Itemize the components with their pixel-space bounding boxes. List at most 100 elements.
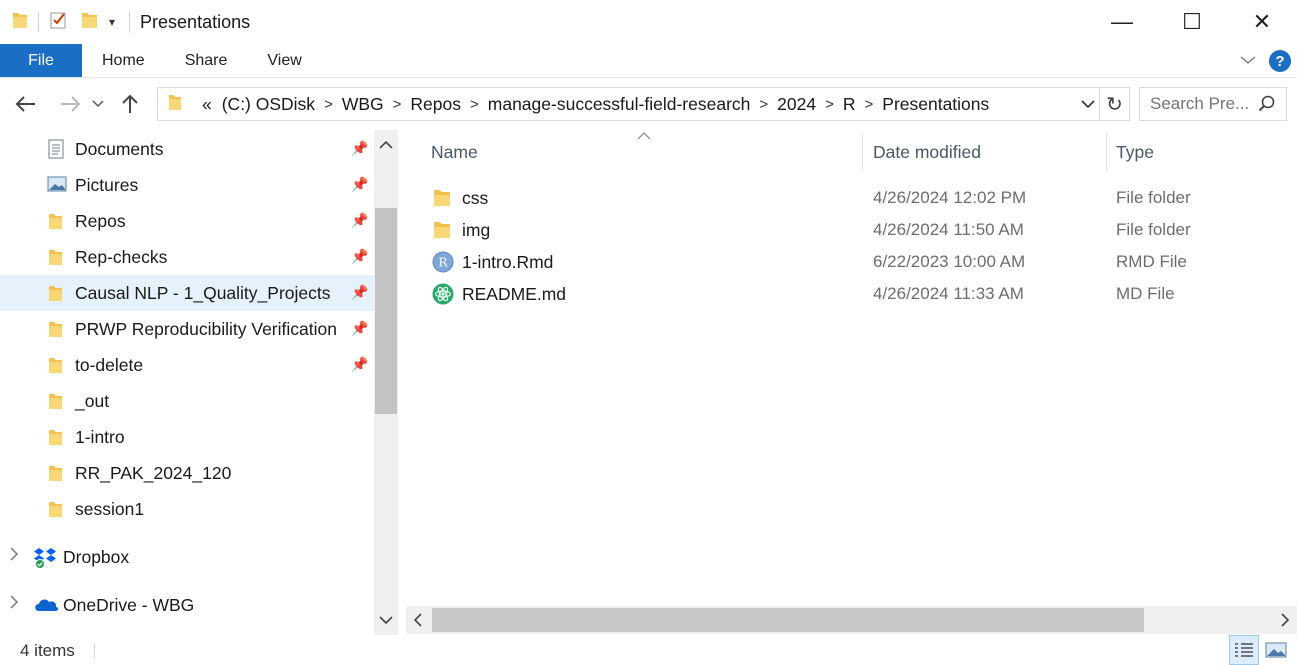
chevron-right-icon[interactable]: > — [825, 96, 834, 113]
breadcrumb-item[interactable]: R — [843, 94, 856, 115]
scroll-left-button[interactable] — [406, 606, 430, 634]
column-divider[interactable] — [1106, 132, 1107, 172]
breadcrumb-item[interactable]: WBG — [342, 94, 384, 115]
forward-button[interactable] — [52, 86, 88, 122]
breadcrumb-item[interactable]: Repos — [410, 94, 461, 115]
file-row[interactable]: css 4/26/2024 12:02 PM File folder — [402, 182, 1297, 214]
properties-icon[interactable] — [49, 10, 69, 35]
recent-locations-button[interactable] — [88, 86, 108, 122]
nav-item-label: session1 — [75, 498, 145, 519]
nav-item-label: PRWP Reproducibility Verification — [75, 318, 337, 339]
scroll-right-button[interactable] — [1273, 606, 1297, 634]
nav-item-folder[interactable]: _out — [0, 383, 374, 419]
nav-item-folder[interactable]: RR_PAK_2024_120 — [0, 455, 374, 491]
tab-file[interactable]: File — [0, 44, 82, 77]
refresh-button[interactable]: ↻ — [1100, 87, 1130, 121]
file-date: 4/26/2024 11:50 AM — [873, 220, 1024, 239]
details-view-icon — [1235, 643, 1253, 657]
nav-item-onedrive[interactable]: OneDrive - WBG — [0, 587, 374, 623]
tab-share[interactable]: Share — [165, 44, 248, 77]
close-button[interactable]: ✕ — [1227, 0, 1297, 44]
folder-icon — [432, 187, 452, 214]
scroll-thumb[interactable] — [432, 608, 1144, 632]
chevron-right-icon[interactable]: > — [393, 96, 402, 113]
breadcrumb-item[interactable]: 2024 — [777, 94, 816, 115]
pin-icon[interactable]: 📌 — [351, 248, 368, 265]
tab-view[interactable]: View — [247, 44, 321, 77]
breadcrumb-item[interactable]: manage-successful-field-research — [488, 94, 751, 115]
nav-item-folder[interactable]: Repos 📌 — [0, 203, 374, 239]
customize-dropdown-icon[interactable]: ▾ — [109, 15, 115, 29]
file-row[interactable]: R 1-intro.Rmd 6/22/2023 10:00 AM RMD Fil… — [402, 246, 1297, 278]
file-name: README.md — [462, 283, 567, 304]
up-button[interactable] — [112, 86, 148, 122]
chevron-right-icon — [1281, 613, 1290, 627]
nav-item-label: Rep-checks — [75, 246, 168, 267]
address-history-button[interactable] — [1081, 94, 1095, 117]
column-divider[interactable] — [862, 132, 863, 172]
scroll-down-button[interactable] — [374, 607, 398, 633]
chevron-down-icon — [1081, 100, 1095, 109]
folder-icon — [47, 211, 63, 236]
scroll-thumb[interactable] — [375, 208, 397, 414]
minimize-button[interactable]: — — [1087, 0, 1157, 44]
column-header-name[interactable]: Name — [431, 130, 478, 174]
maximize-button[interactable]: ☐ — [1157, 0, 1227, 44]
close-icon: ✕ — [1252, 9, 1272, 34]
pin-icon[interactable]: 📌 — [351, 320, 368, 337]
file-type: File folder — [1116, 188, 1191, 207]
breadcrumb-item[interactable]: (C:) OSDisk — [222, 94, 315, 115]
file-date: 4/26/2024 12:02 PM — [873, 188, 1027, 207]
nav-item-folder[interactable]: PRWP Reproducibility Verification 📌 — [0, 311, 374, 347]
nav-item-folder[interactable]: 1-intro — [0, 419, 374, 455]
chevron-right-icon[interactable]: > — [324, 96, 333, 113]
chevron-right-icon[interactable] — [9, 547, 19, 565]
pin-icon[interactable]: 📌 — [351, 356, 368, 373]
search-box[interactable] — [1139, 87, 1287, 121]
nav-item-documents[interactable]: Documents 📌 — [0, 131, 374, 167]
folder-icon — [47, 499, 63, 524]
chevron-right-icon[interactable] — [9, 595, 19, 613]
search-input[interactable] — [1150, 94, 1250, 114]
file-row[interactable]: README.md 4/26/2024 11:33 AM MD File — [402, 278, 1297, 310]
chevron-right-icon[interactable]: > — [865, 96, 874, 113]
title-bar: ▾ Presentations — ☐ ✕ — [0, 0, 1297, 44]
nav-item-folder[interactable]: Rep-checks 📌 — [0, 239, 374, 275]
column-header-date[interactable]: Date modified — [873, 130, 981, 174]
pin-icon[interactable]: 📌 — [351, 284, 368, 301]
details-view-button[interactable] — [1229, 635, 1259, 665]
file-date: 6/22/2023 10:00 AM — [873, 252, 1026, 271]
up-arrow-icon — [122, 94, 138, 113]
onedrive-icon — [33, 595, 59, 618]
pin-icon[interactable]: 📌 — [351, 176, 368, 193]
nav-item-label: OneDrive - WBG — [63, 594, 195, 615]
column-header-type[interactable]: Type — [1116, 130, 1154, 174]
help-icon[interactable]: ? — [1269, 50, 1291, 72]
nav-item-folder-selected[interactable]: Causal NLP - 1_Quality_Projects 📌 — [0, 275, 374, 311]
file-name: 1-intro.Rmd — [462, 251, 554, 272]
new-folder-icon[interactable] — [81, 10, 99, 35]
large-icons-view-button[interactable] — [1261, 635, 1291, 665]
nav-item-dropbox[interactable]: Dropbox — [0, 539, 374, 575]
pin-icon[interactable]: 📌 — [351, 212, 368, 229]
expand-ribbon-icon[interactable] — [1239, 51, 1257, 71]
folder-icon — [47, 319, 63, 344]
tab-home[interactable]: Home — [82, 44, 165, 77]
nav-item-folder[interactable]: to-delete 📌 — [0, 347, 374, 383]
nav-item-folder[interactable]: session1 — [0, 491, 374, 527]
breadcrumb-item-current[interactable]: Presentations — [882, 94, 989, 115]
chevron-left-icon — [413, 613, 422, 627]
navigation-pane-scrollbar[interactable] — [374, 130, 398, 635]
address-bar[interactable]: « (C:) OSDisk > WBG > Repos > manage-suc… — [157, 87, 1100, 121]
folder-icon — [47, 427, 63, 452]
search-icon — [1258, 95, 1276, 118]
chevron-right-icon[interactable]: > — [470, 96, 479, 113]
nav-item-pictures[interactable]: Pictures 📌 — [0, 167, 374, 203]
file-list-horizontal-scrollbar[interactable] — [406, 606, 1297, 634]
back-button[interactable] — [8, 86, 44, 122]
scroll-up-button[interactable] — [374, 132, 398, 158]
pin-icon[interactable]: 📌 — [351, 140, 368, 157]
chevron-right-icon[interactable]: > — [759, 96, 768, 113]
breadcrumb-overflow[interactable]: « — [202, 94, 212, 115]
file-row[interactable]: img 4/26/2024 11:50 AM File folder — [402, 214, 1297, 246]
